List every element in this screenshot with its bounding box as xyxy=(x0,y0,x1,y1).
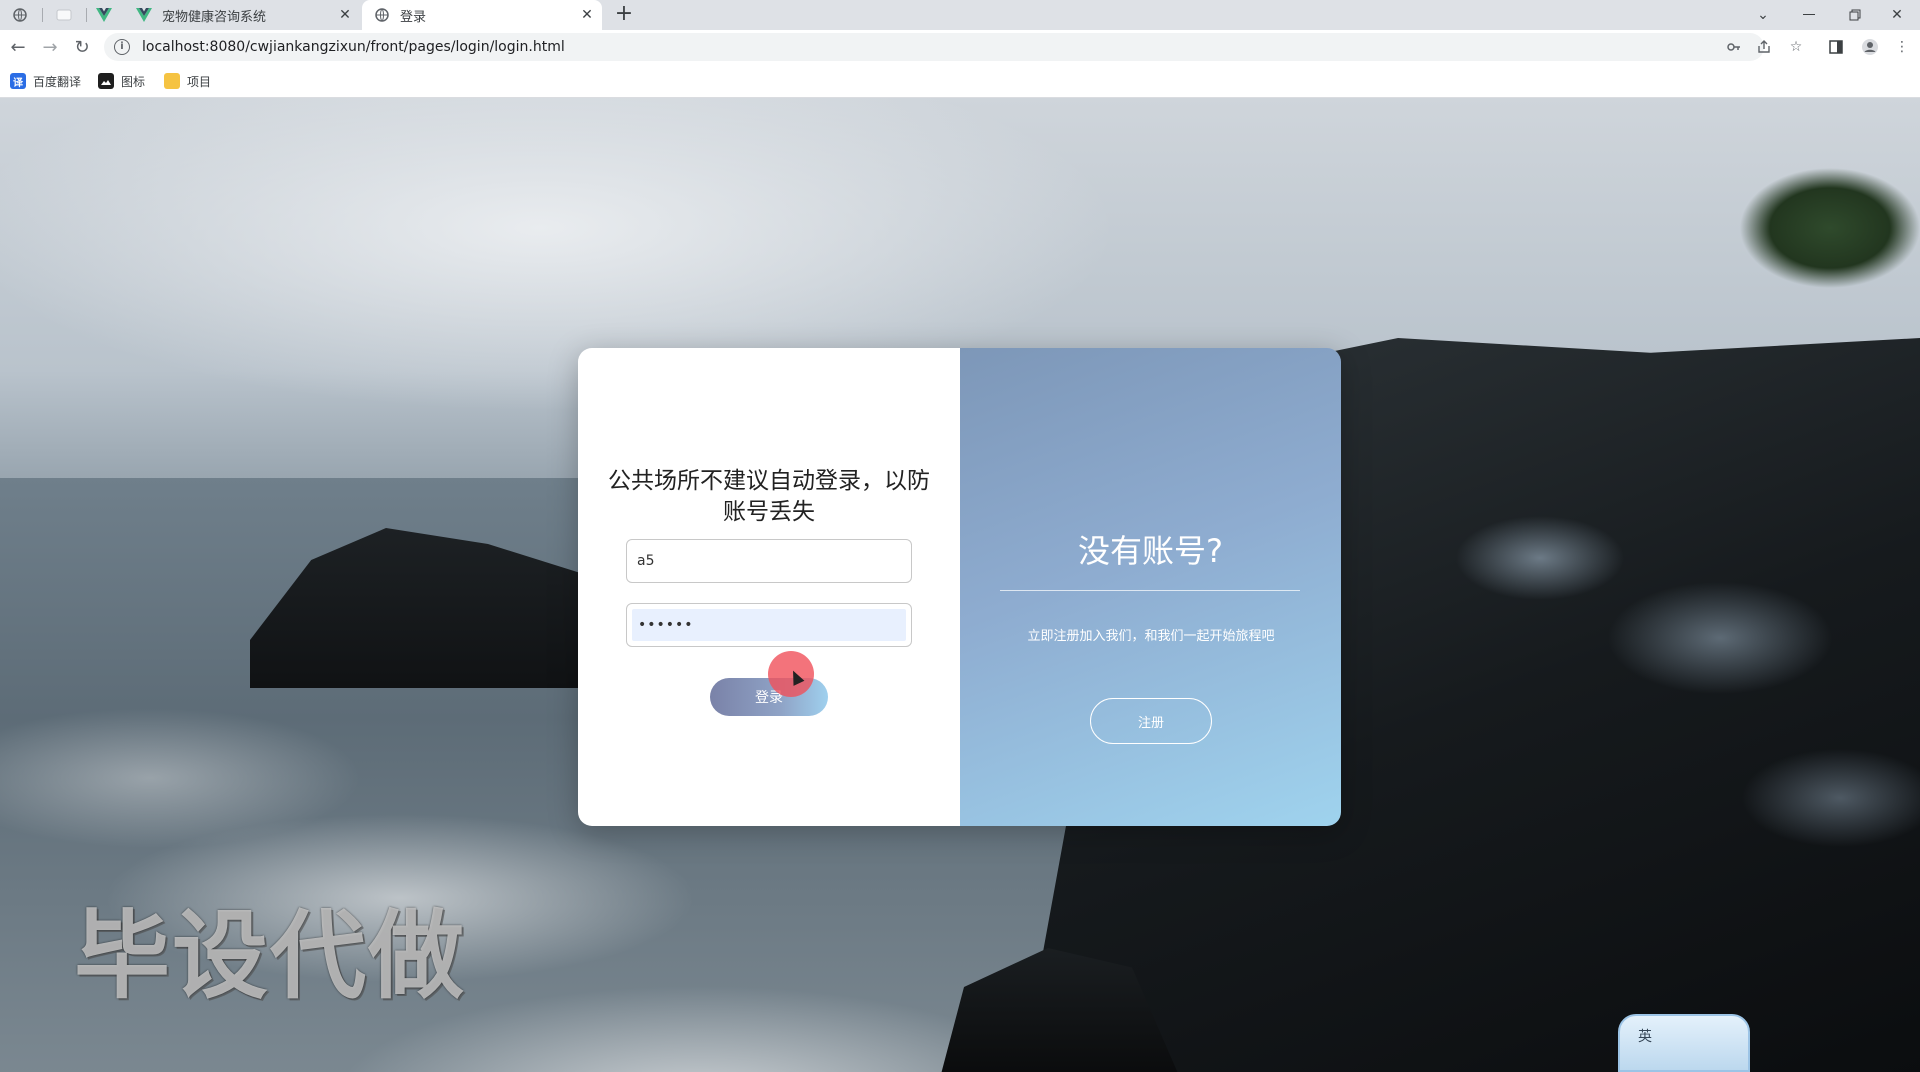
background-tree xyxy=(1680,138,1920,338)
login-card: 公共场所不建议自动登录，以防账号丢失 登录 没有账号? 立即注册加入我们，和我们… xyxy=(578,348,1341,826)
tab-title: 宠物健康咨询系统 xyxy=(162,9,267,25)
close-window-icon[interactable]: ✕ xyxy=(1874,0,1920,30)
tab-login[interactable]: 登录 ✕ xyxy=(362,0,602,30)
vue-logo-icon xyxy=(96,7,112,23)
tab-pet-health[interactable]: 宠物健康咨询系统 ✕ xyxy=(124,0,360,30)
vue-logo-icon xyxy=(136,7,152,23)
bookmarks-bar: 译 百度翻译 图标 项目 xyxy=(0,64,1920,98)
site-info-icon[interactable]: i xyxy=(114,39,130,55)
password-input[interactable] xyxy=(632,609,906,641)
register-invite-text: 立即注册加入我们，和我们一起开始旅程吧 xyxy=(1027,629,1275,644)
watermark-text: 毕设代做 xyxy=(74,900,466,1012)
pinned-tab-3[interactable] xyxy=(84,0,124,30)
back-arrow-icon[interactable]: ← xyxy=(6,35,30,59)
globe-icon xyxy=(374,7,390,23)
bookmark-baidu-translate[interactable]: 译 百度翻译 xyxy=(10,72,81,90)
register-button[interactable]: 注册 xyxy=(1090,698,1212,744)
password-field-wrapper xyxy=(626,603,912,647)
key-icon[interactable] xyxy=(1722,35,1746,59)
menu-dots-icon[interactable]: ⋮ xyxy=(1890,35,1914,59)
register-heading: 没有账号? xyxy=(1078,532,1223,570)
tab-strip: 宠物健康咨询系统 ✕ 登录 ✕ + ⌄ ✕ xyxy=(0,0,1920,30)
side-panel-icon[interactable] xyxy=(1824,35,1848,59)
page-viewport: 公共场所不建议自动登录，以防账号丢失 登录 没有账号? 立即注册加入我们，和我们… xyxy=(0,98,1920,1072)
bookmark-label: 百度翻译 xyxy=(33,74,82,89)
close-tab-icon[interactable]: ✕ xyxy=(580,8,594,22)
folder-icon xyxy=(164,73,180,89)
address-url[interactable]: localhost:8080/cwjiankangzixun/front/pag… xyxy=(142,39,565,55)
blank-page-icon xyxy=(56,7,72,23)
bookmark-folder-projects[interactable]: 项目 xyxy=(164,72,211,90)
login-form-panel: 公共场所不建议自动登录，以防账号丢失 登录 xyxy=(578,348,960,826)
share-icon[interactable] xyxy=(1752,35,1776,59)
tab-title: 登录 xyxy=(400,9,427,25)
translate-icon: 译 xyxy=(10,73,26,89)
pinned-tab-1[interactable] xyxy=(0,0,40,30)
ime-language-label: 英 xyxy=(1638,1029,1652,1045)
globe-icon xyxy=(12,7,28,23)
pinned-tab-2[interactable] xyxy=(44,0,84,30)
bookmark-label: 图标 xyxy=(121,74,146,89)
bookmark-icons[interactable]: 图标 xyxy=(98,72,145,90)
image-icon xyxy=(98,73,114,89)
minimize-icon[interactable] xyxy=(1786,0,1832,30)
restore-icon[interactable] xyxy=(1832,0,1878,30)
forward-arrow-icon[interactable]: → xyxy=(38,35,62,59)
login-notice: 公共场所不建议自动登录，以防账号丢失 xyxy=(608,468,930,525)
tab-divider xyxy=(42,8,43,22)
username-field-wrapper xyxy=(626,539,912,583)
username-input[interactable] xyxy=(627,540,911,582)
close-tab-icon[interactable]: ✕ xyxy=(338,8,352,22)
profile-avatar-icon[interactable] xyxy=(1858,35,1882,59)
reload-icon[interactable]: ↻ xyxy=(70,35,94,59)
register-panel: 没有账号? 立即注册加入我们，和我们一起开始旅程吧 注册 xyxy=(960,348,1341,826)
new-tab-button[interactable]: + xyxy=(612,3,636,27)
bookmark-label: 项目 xyxy=(187,74,212,89)
star-icon[interactable]: ☆ xyxy=(1784,35,1808,59)
ime-widget[interactable]: 英 xyxy=(1618,1014,1750,1072)
browser-toolbar: ← → ↻ i localhost:8080/cwjiankangzixun/f… xyxy=(0,30,1920,64)
tab-search-icon[interactable]: ⌄ xyxy=(1740,0,1786,30)
register-divider xyxy=(1000,590,1300,591)
address-bar[interactable]: i localhost:8080/cwjiankangzixun/front/p… xyxy=(104,33,1764,61)
